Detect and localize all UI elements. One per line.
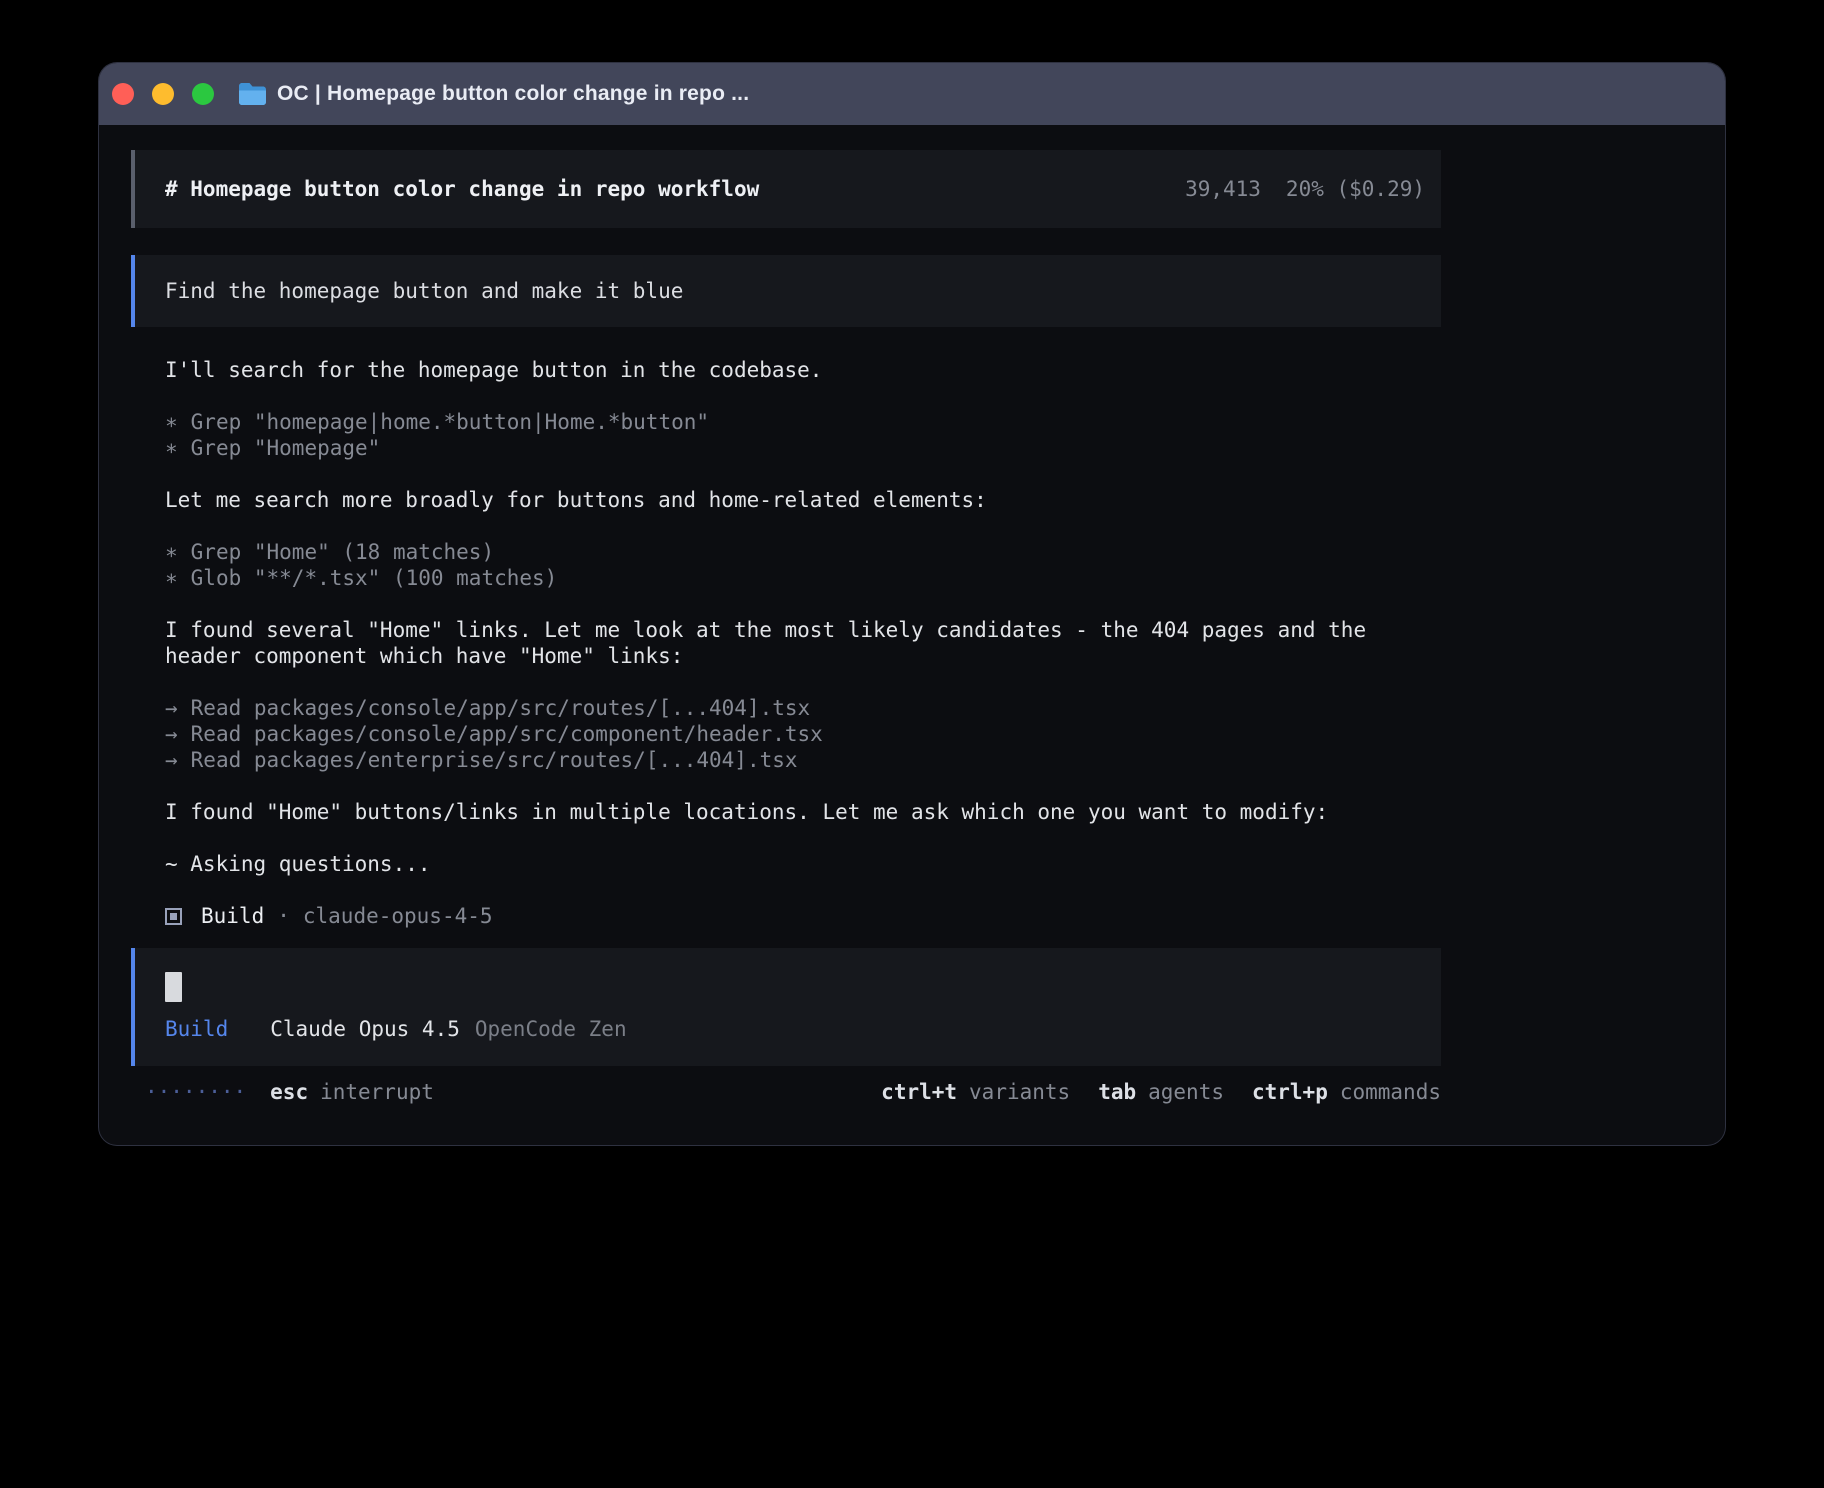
token-count: 39,413: [1185, 176, 1261, 202]
tool-call: ∗Glob "**/*.tsx" (100 matches): [165, 565, 1441, 591]
folder-icon: [239, 83, 266, 105]
status-bar: ········ esc interrupt ctrl+t variants t…: [131, 1079, 1441, 1105]
session-title: # Homepage button color change in repo w…: [165, 176, 759, 202]
read-arrow-icon: →: [165, 747, 178, 773]
zoom-button[interactable]: [192, 83, 214, 105]
shortcut-key: esc: [270, 1079, 308, 1105]
tool-call-group: ∗Grep "Home" (18 matches) ∗Glob "**/*.ts…: [165, 539, 1441, 591]
assistant-text: I'll search for the homepage button in t…: [165, 357, 1441, 383]
assistant-text: I found "Home" buttons/links in multiple…: [165, 799, 1441, 825]
working-status-line: ~ Asking questions...: [165, 851, 1441, 877]
window-controls: [112, 83, 214, 105]
tool-call: ∗Grep "Homepage": [165, 435, 1441, 461]
tool-call-group: ∗Grep "homepage|home.*button|Home.*butto…: [165, 409, 1441, 461]
shortcut-agents: tab agents: [1098, 1079, 1224, 1105]
assistant-transcript: I'll search for the homepage button in t…: [131, 357, 1441, 929]
provider-label: OpenCode Zen: [475, 1016, 627, 1042]
read-call: →Read packages/console/app/src/component…: [165, 721, 1441, 747]
session-stats: 39,413 20% ($0.29): [1185, 176, 1425, 202]
read-call: →Read packages/enterprise/src/routes/[..…: [165, 747, 1441, 773]
shortcut-label: interrupt: [320, 1079, 434, 1105]
assistant-text: Let me search more broadly for buttons a…: [165, 487, 1441, 513]
agent-status-line: Build · claude-opus-4-5: [165, 903, 1441, 929]
tool-asterisk-icon: ∗: [165, 565, 178, 591]
agent-name: Build: [201, 903, 264, 929]
tool-call: ∗Grep "Home" (18 matches): [165, 539, 1441, 565]
shortcut-key: ctrl+p: [1252, 1079, 1328, 1105]
model-label[interactable]: Claude Opus 4.5: [270, 1016, 460, 1042]
agent-separator: ·: [277, 903, 290, 929]
tool-asterisk-icon: ∗: [165, 539, 178, 565]
status-bar-left: ········ esc interrupt: [145, 1079, 434, 1105]
prompt-input[interactable]: Build Claude Opus 4.5 OpenCode Zen: [131, 948, 1441, 1066]
tool-asterisk-icon: ∗: [165, 435, 178, 461]
shortcut-label: agents: [1148, 1079, 1224, 1105]
user-message-text: Find the homepage button and make it blu…: [165, 279, 683, 303]
titlebar[interactable]: OC | Homepage button color change in rep…: [99, 63, 1725, 125]
agent-model: claude-opus-4-5: [303, 903, 493, 929]
read-call-group: →Read packages/console/app/src/routes/[.…: [165, 695, 1441, 773]
read-arrow-icon: →: [165, 721, 178, 747]
shortcut-key: tab: [1098, 1079, 1136, 1105]
shortcut-key: ctrl+t: [881, 1079, 957, 1105]
shortcut-commands: ctrl+p commands: [1252, 1079, 1441, 1105]
build-square-icon: [165, 908, 182, 925]
read-call: →Read packages/console/app/src/routes/[.…: [165, 695, 1441, 721]
user-message: Find the homepage button and make it blu…: [131, 255, 1441, 327]
shortcut-label: commands: [1340, 1079, 1441, 1105]
terminal-window: OC | Homepage button color change in rep…: [99, 63, 1725, 1145]
shortcut-interrupt: esc interrupt: [270, 1079, 434, 1105]
context-percent-cost: 20% ($0.29): [1286, 176, 1425, 202]
status-bar-right: ctrl+t variants tab agents ctrl+p comman…: [881, 1079, 1441, 1105]
window-title: OC | Homepage button color change in rep…: [277, 82, 749, 106]
agent-mode-label[interactable]: Build: [165, 1016, 228, 1042]
text-cursor: [165, 972, 182, 1002]
tool-asterisk-icon: ∗: [165, 409, 178, 435]
shortcut-label: variants: [969, 1079, 1070, 1105]
shortcut-variants: ctrl+t variants: [881, 1079, 1070, 1105]
minimize-button[interactable]: [152, 83, 174, 105]
content-column: # Homepage button color change in repo w…: [131, 150, 1441, 1105]
terminal-content: # Homepage button color change in repo w…: [99, 125, 1725, 1105]
tool-call: ∗Grep "homepage|home.*button|Home.*butto…: [165, 409, 1441, 435]
assistant-text: I found several "Home" links. Let me loo…: [165, 617, 1441, 669]
close-button[interactable]: [112, 83, 134, 105]
read-arrow-icon: →: [165, 695, 178, 721]
input-mode-line: Build Claude Opus 4.5 OpenCode Zen: [165, 1016, 1411, 1042]
session-header: # Homepage button color change in repo w…: [131, 150, 1441, 228]
spinner-dots-icon: ········: [145, 1079, 246, 1105]
